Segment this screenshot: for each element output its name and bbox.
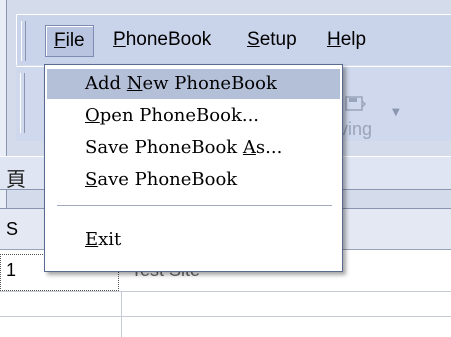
disk-icon[interactable] [344,95,366,113]
exit-label: Exit [85,229,122,250]
menu-help-label: Help [327,29,367,50]
menu-setup[interactable]: Setup [239,25,305,55]
menu-item-save-phonebook-as[interactable]: Save PhoneBook As... [47,133,340,163]
menu-item-add-new-phonebook[interactable]: Add New PhoneBook [47,69,340,99]
menu-file[interactable]: File [45,25,94,57]
add-new-phonebook-label: Add New PhoneBook [85,73,277,94]
toolbar-grip[interactable] [20,73,25,133]
menu-file-label: File [54,30,85,51]
menu-item-save-phonebook[interactable]: Save PhoneBook [47,165,340,195]
menu-help[interactable]: Help [319,25,374,55]
menu-setup-label: Setup [247,29,297,50]
chevron-down-icon[interactable]: ▼ [392,107,400,118]
open-phonebook-label: Open PhoneBook... [85,105,260,126]
tab-label[interactable]: 頁 [6,163,26,192]
menu-separator [57,205,332,207]
menu-item-open-phonebook[interactable]: Open PhoneBook... [47,101,340,131]
file-menu-dropdown: Add New PhoneBook Open PhoneBook... Save… [44,64,343,272]
table-row[interactable] [0,291,451,317]
save-phonebook-label: Save PhoneBook [85,169,238,190]
menu-item-exit[interactable]: Exit [47,225,340,255]
menu-phonebook-label: PhoneBook [113,29,212,50]
column-header[interactable]: S [6,219,18,240]
menubar-grip[interactable] [21,21,26,61]
menu-bar: File PhoneBook Setup Help [16,14,451,65]
toolbar-save-label[interactable]: ving [339,119,372,140]
row-number: 1 [6,260,17,280]
menu-phonebook[interactable]: PhoneBook [105,25,219,55]
save-phonebook-as-label: Save PhoneBook As... [85,137,283,158]
